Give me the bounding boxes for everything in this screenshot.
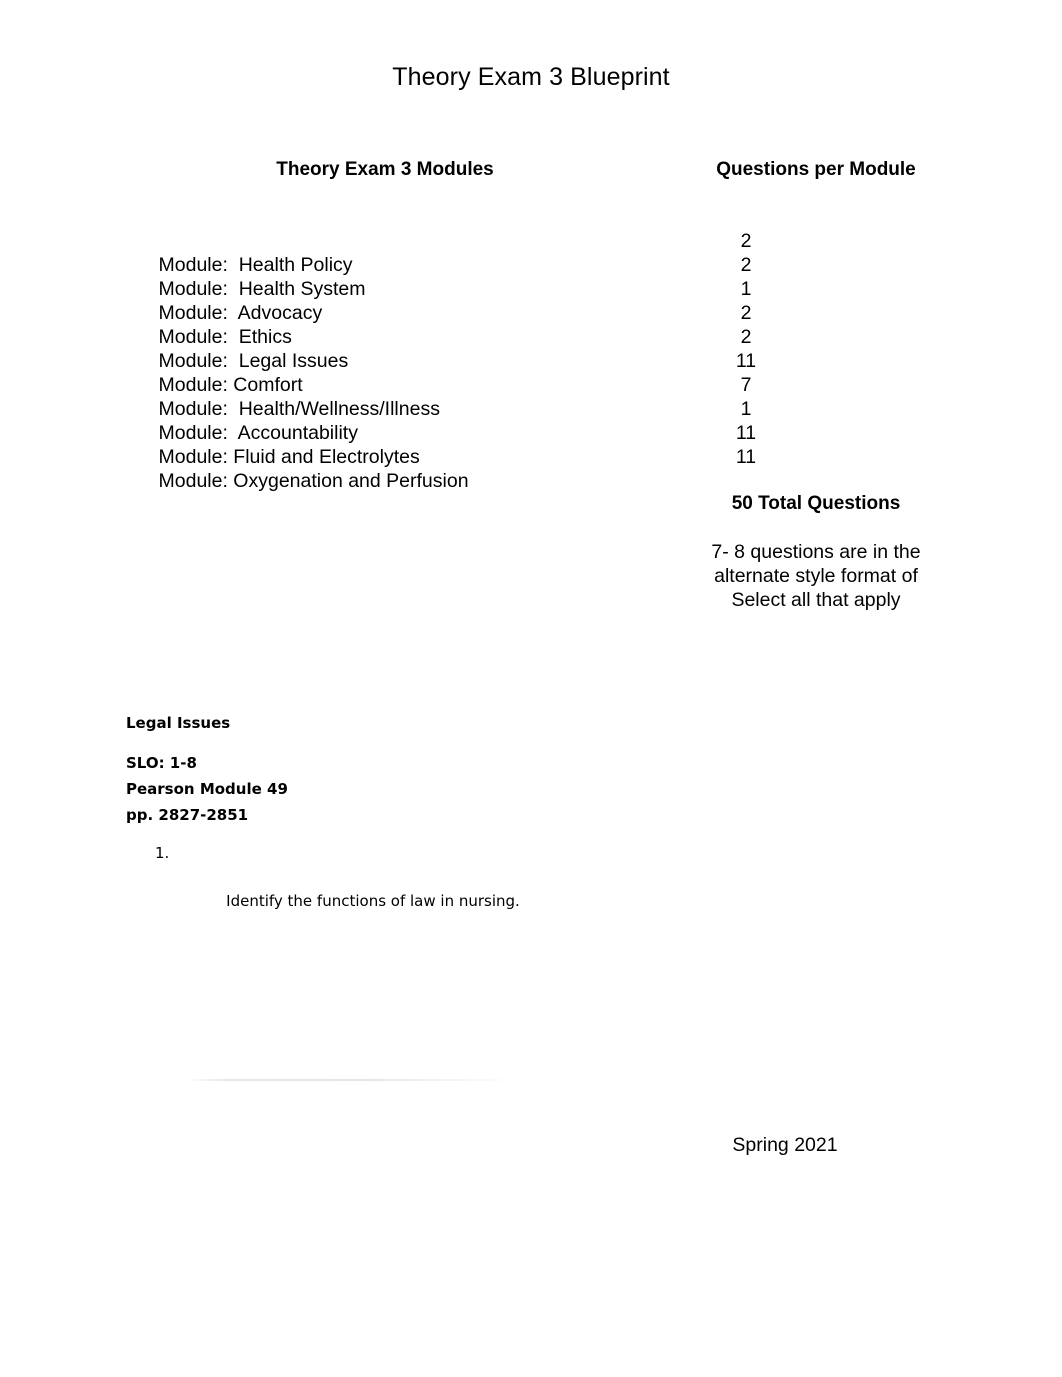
module-question-count: 11 — [735, 422, 757, 444]
module-question-count: 11 — [735, 446, 757, 468]
module-question-count: 2 — [740, 326, 752, 348]
table-row: Module: Health/Wellness/Illness 7 — [126, 373, 946, 420]
table-row: Module: Advocacy 1 — [126, 277, 946, 324]
table-row: Module: Ethics 2 — [126, 301, 946, 348]
table-row: Module: Health Policy 2 — [126, 229, 946, 276]
footer-term: Spring 2021 — [732, 1134, 838, 1156]
table-row: Module: Comfort 11 — [126, 349, 946, 396]
page-range: pp. 2827-2851 — [126, 806, 249, 824]
module-question-count: 7 — [740, 374, 752, 396]
legal-issues-heading: Legal Issues — [126, 714, 231, 732]
document-page: Theory Exam 3 Blueprint Theory Exam 3 Mo… — [0, 0, 1062, 1377]
alternate-format-note-line: 7- 8 questions are in the — [711, 541, 921, 563]
slo-range: SLO: 1-8 — [126, 754, 197, 772]
alternate-format-note: 7- 8 questions are in the alternate styl… — [630, 540, 1002, 612]
objectives-list: 1. Identify the functions of law in nurs… — [126, 841, 766, 937]
column-header-questions: Questions per Module — [716, 159, 916, 180]
alternate-format-note-line: alternate style format of — [714, 565, 918, 587]
legal-issues-section: Legal Issues SLO: 1-8 Pearson Module 49 … — [126, 712, 766, 937]
module-question-count: 2 — [740, 302, 752, 324]
module-question-count: 11 — [735, 350, 757, 372]
table-row: Module: Legal Issues 2 — [126, 325, 946, 372]
list-item: 1. Identify the functions of law in nurs… — [126, 841, 766, 937]
list-item-text: Identify the functions of law in nursing… — [226, 892, 520, 910]
module-name: Module: Oxygenation and Perfusion — [158, 470, 469, 492]
list-item-marker: 1. — [155, 844, 170, 862]
table-row: Module: Health System 2 — [126, 253, 946, 300]
module-table: Module: Health Policy 2 Module: Health S… — [126, 229, 946, 492]
faint-separator-line — [185, 1079, 515, 1081]
table-row: Module: Accountability 1 — [126, 397, 946, 444]
alternate-format-note-line: Select all that apply — [731, 589, 901, 611]
module-question-count: 1 — [740, 398, 752, 420]
total-questions-label: 50 Total Questions — [731, 493, 901, 514]
module-question-count: 2 — [740, 254, 752, 276]
module-question-count: 2 — [740, 230, 752, 252]
slo-reference-block: SLO: 1-8 Pearson Module 49 pp. 2827-2851 — [126, 750, 766, 828]
module-question-count: 1 — [740, 278, 752, 300]
page-title: Theory Exam 3 Blueprint — [392, 63, 670, 91]
source-module: Pearson Module 49 — [126, 780, 288, 798]
table-row: Module: Fluid and Electrolytes 11 — [126, 421, 946, 468]
table-row: Module: Oxygenation and Perfusion 11 — [126, 445, 946, 492]
totals-block: 50 Total Questions 7- 8 questions are in… — [630, 492, 1002, 612]
